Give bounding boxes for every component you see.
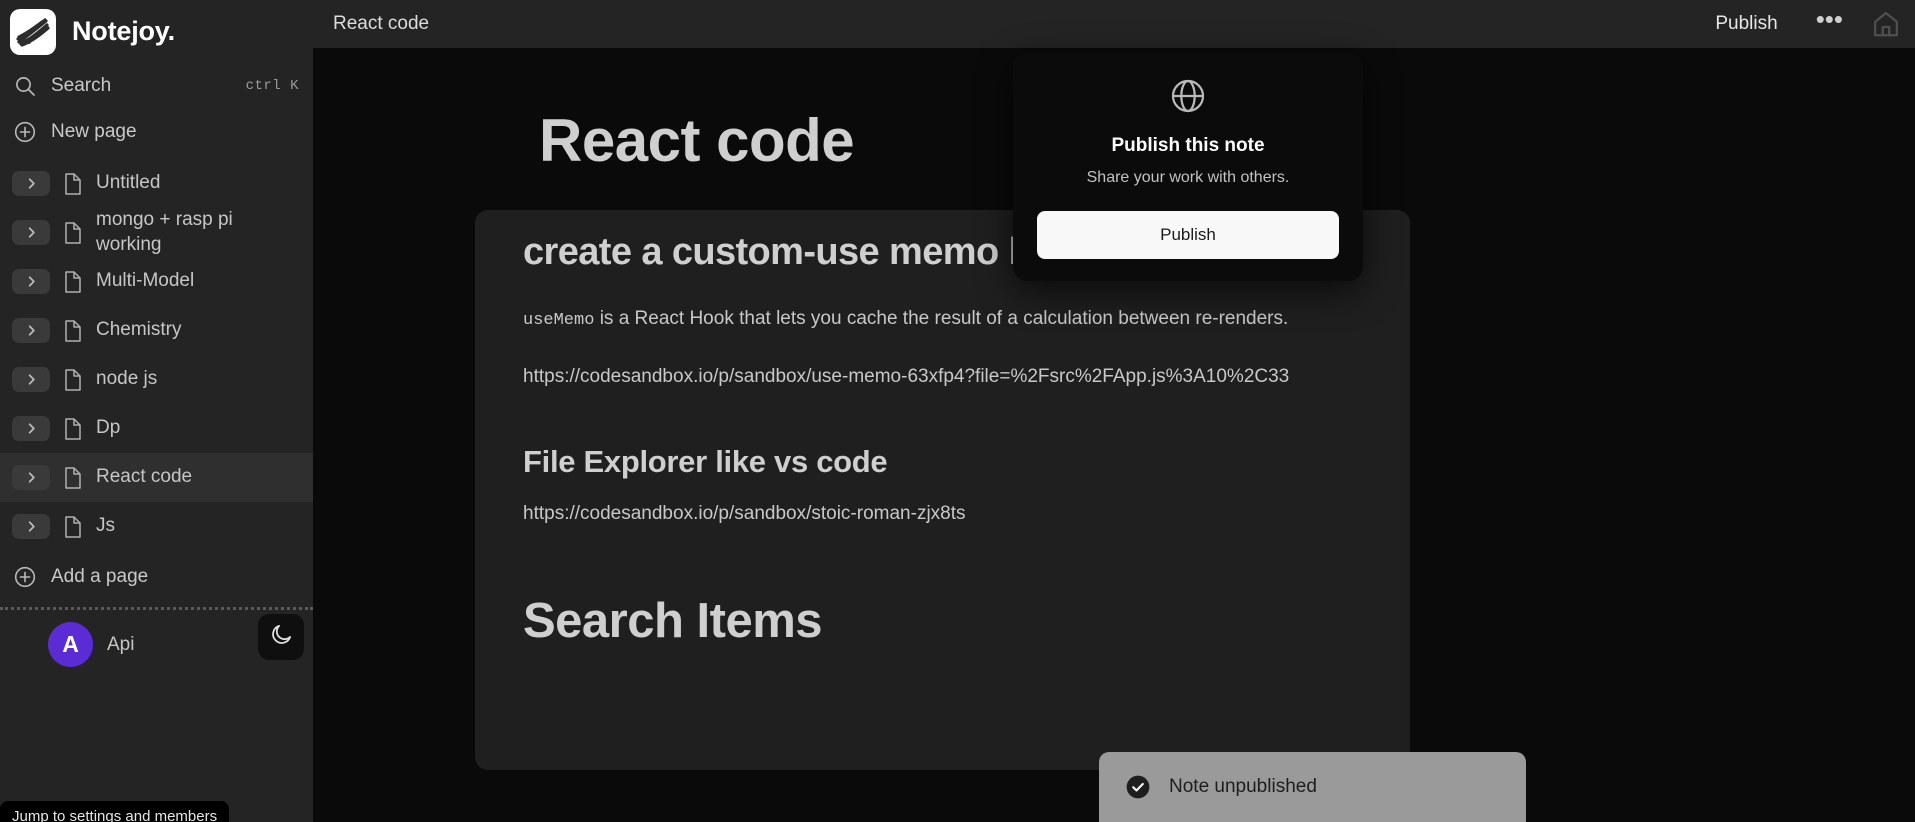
moon-icon [269,622,294,652]
sidebar: Notejoy. Search ctrl K New page Untitled… [0,0,313,822]
chevron-right-icon[interactable] [12,416,50,441]
page-item-mongo-rasp-pi[interactable]: mongo + rasp pi working [0,208,313,257]
chevron-right-icon[interactable] [12,514,50,539]
page-item-label: Multi-Model [96,270,195,292]
brand-name: Notejoy. [72,16,175,46]
page-item-label: Chemistry [96,319,182,341]
page-item-label: node js [96,368,158,390]
topbar: React code Publish ••• [313,0,1915,48]
page-item-chemistry[interactable]: Chemistry [0,306,313,355]
chevron-right-icon[interactable] [12,367,50,392]
chevron-right-icon[interactable] [12,318,50,343]
search-shortcut: ctrl K [245,78,299,94]
more-options-button[interactable]: ••• [1794,6,1865,42]
publish-confirm-button[interactable]: Publish [1037,211,1339,259]
document-card[interactable]: create a custom-use memo hook useMemo is… [475,210,1410,770]
sidebar-footer: A Api [0,610,313,667]
publish-popover-subtitle: Share your work with others. [1086,169,1290,186]
document-icon [62,270,84,294]
avatar[interactable]: A [48,622,93,667]
app-root: Notejoy. Search ctrl K New page Untitled… [0,0,1915,822]
sidebar-tooltip: Jump to settings and members [0,801,230,822]
document-icon [62,368,84,392]
inline-code-usememo: useMemo [523,310,595,330]
home-icon[interactable] [1865,9,1915,39]
account-name: Api [107,633,135,655]
toast-message: Note unpublished [1169,776,1317,797]
document-icon [62,515,84,539]
paragraph-usememo-text: is a React Hook that lets you cache the … [594,307,1289,329]
document-icon [62,172,84,196]
page-item-label: mongo + rasp pi working [96,209,233,255]
topbar-actions: Publish ••• [1699,6,1915,42]
heading-file-explorer: File Explorer like vs code [523,444,888,480]
page-item-dp[interactable]: Dp [0,404,313,453]
page-item-js[interactable]: Js [0,502,313,551]
plus-circle-icon [13,565,37,589]
scribble-logo-icon [10,8,56,55]
page-item-label: React code [96,466,193,488]
search-label: Search [51,75,112,96]
chevron-right-icon[interactable] [12,171,50,196]
document-icon [62,417,84,441]
globe-icon [1168,79,1208,120]
page-list: Untitled mongo + rasp pi working Multi-M… [0,159,313,551]
page-item-untitled[interactable]: Untitled [0,159,313,208]
publish-popover: Publish this note Share your work with o… [1013,52,1363,281]
topbar-title: React code [333,13,430,34]
main-area: React code Publish ••• React code create… [313,0,1915,822]
link-file-explorer-sandbox[interactable]: https://codesandbox.io/p/sandbox/stoic-r… [523,499,1293,528]
toast-note-unpublished: Note unpublished [1099,752,1526,822]
page-item-label: Js [96,515,115,537]
heading-search-items: Search Items [523,594,823,648]
chevron-right-icon[interactable] [12,220,50,245]
document-icon [62,221,84,245]
publish-button[interactable]: Publish [1699,7,1793,41]
add-page-label: Add a page [51,566,149,587]
link-usememo-sandbox[interactable]: https://codesandbox.io/p/sandbox/use-mem… [523,362,1293,391]
plus-circle-icon [13,120,37,144]
chevron-right-icon[interactable] [12,465,50,490]
page-item-react-code[interactable]: React code [0,453,313,502]
brand[interactable]: Notejoy. [0,0,313,63]
search-row[interactable]: Search ctrl K [0,63,313,109]
page-item-node-js[interactable]: node js [0,355,313,404]
document-icon [62,466,84,490]
paragraph-usememo: useMemo is a React Hook that lets you ca… [523,304,1293,334]
add-page-row[interactable]: Add a page [0,551,313,603]
theme-toggle-button[interactable] [258,614,304,660]
page-item-label: Untitled [96,172,161,194]
publish-popover-title: Publish this note [1111,135,1265,156]
page-item-multi-model[interactable]: Multi-Model [0,257,313,306]
page-item-label: Dp [96,417,121,439]
chevron-right-icon[interactable] [12,269,50,294]
new-page-row[interactable]: New page [0,109,313,155]
document-icon [62,319,84,343]
search-icon [13,74,37,98]
check-circle-icon [1125,774,1151,800]
new-page-label: New page [51,121,137,142]
